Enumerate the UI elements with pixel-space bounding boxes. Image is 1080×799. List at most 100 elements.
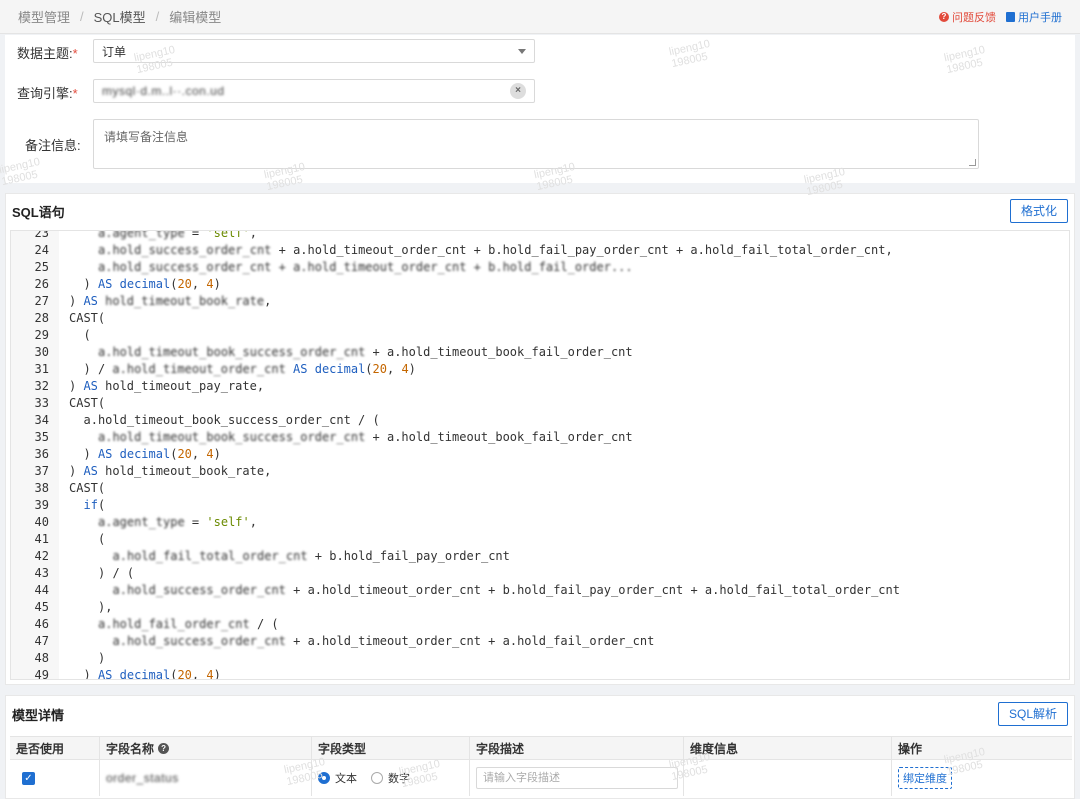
code-token: ( <box>365 362 373 376</box>
line-number: 25 <box>34 260 49 274</box>
sql-editor[interactable]: 23 a.agent_type = 'self', 24 a.hold_success… <box>10 230 1070 680</box>
radio-text-label: 文本 <box>335 773 357 785</box>
code-token: a.hold_success_order_cnt <box>112 583 286 597</box>
code-text: a.hold_timeout_book_success_order_cnt / … <box>84 412 380 429</box>
code-text: CAST( <box>69 480 105 497</box>
line-number: 30 <box>34 345 49 359</box>
code-token: , <box>191 447 207 461</box>
code-token: a.agent_type <box>98 230 185 240</box>
col-header-dimension: 维度信息 <box>684 737 892 759</box>
code-text: ) AS hold_timeout_pay_rate, <box>69 378 264 395</box>
code-line: 26) AS decimal(20, 4) <box>11 276 1069 293</box>
code-token: + a.hold_timeout_book_fail_order_cnt <box>365 345 633 359</box>
code-line: 37) AS hold_timeout_book_rate, <box>11 463 1069 480</box>
col-header-field-type: 字段类型 <box>312 737 470 759</box>
bind-dimension-button[interactable]: 绑定维度 <box>898 767 952 789</box>
code-token: ) / ( <box>98 566 135 580</box>
code-token: a.hold_success_order_cnt + a.hold_timeou… <box>98 260 633 274</box>
action-cell: 绑定维度 <box>892 760 1072 796</box>
engine-select[interactable]: mysql·d.m..l··.con.ud × <box>93 79 535 103</box>
field-name-value: order_status <box>106 771 179 785</box>
help-icon[interactable]: ? <box>158 742 170 754</box>
code-token: + b.hold_fail_pay_order_cnt <box>307 549 510 563</box>
resize-handle-icon[interactable] <box>969 159 976 166</box>
breadcrumb-model-management[interactable]: 模型管理 <box>18 7 70 26</box>
radio-number[interactable] <box>371 772 383 784</box>
chevron-down-icon <box>518 48 526 54</box>
code-token: AS decimal <box>97 447 171 461</box>
code-token: ) <box>98 651 106 665</box>
radio-number-label: 数字 <box>388 773 410 785</box>
code-line: 33 CAST( <box>11 395 1069 412</box>
code-token: AS <box>97 277 113 291</box>
line-number: 29 <box>34 328 49 342</box>
code-token: , <box>249 515 257 529</box>
code-token: hold_timeout_pay_rate, <box>97 379 265 393</box>
code-text: CAST( <box>69 395 105 412</box>
code-text: a.agent_type = 'self', <box>98 514 257 531</box>
feedback-link[interactable]: ? 问题反馈 <box>939 9 996 25</box>
line-number: 34 <box>34 413 49 427</box>
model-detail-panel: 模型详情 SQL解析 是否使用 字段名称? 字段类型 字段描述 维度信息 操作 … <box>5 695 1075 799</box>
code-token: , <box>249 230 257 240</box>
breadcrumb-sql-model[interactable]: SQL模型 <box>94 7 146 26</box>
code-line: 44 a.hold_success_order_cnt + a.hold_time… <box>11 582 1069 599</box>
code-line: 48) <box>11 650 1069 667</box>
code-token: ) <box>83 447 98 461</box>
code-line: 47 a.hold_success_order_cnt + a.hold_time… <box>11 633 1069 650</box>
line-number: 28 <box>34 311 49 325</box>
code-line: 23 a.agent_type = 'self', <box>11 230 1069 242</box>
table-row: ✓ order_status 文本 数字 请输入字段描述 绑定维度 <box>10 760 1072 796</box>
use-checkbox[interactable]: ✓ <box>22 771 35 785</box>
code-token: , <box>191 668 207 680</box>
code-token: a.agent_type <box>98 515 185 529</box>
format-button[interactable]: 格式化 <box>1009 199 1068 223</box>
code-line: 29 ( <box>11 327 1069 344</box>
code-text: ) AS decimal(20, 4) <box>84 276 221 293</box>
code-token: ) <box>408 362 416 376</box>
remark-label: 备注信息: <box>25 138 81 153</box>
line-number: 23 <box>34 230 49 240</box>
code-token: if <box>83 498 98 512</box>
clear-icon[interactable]: × <box>510 83 526 99</box>
field-desc-input[interactable]: 请输入字段描述 <box>476 767 678 789</box>
code-token: = <box>184 230 207 240</box>
book-icon <box>1006 11 1015 22</box>
code-token: ) <box>69 379 84 393</box>
code-text: a.hold_fail_order_cnt / ( <box>98 616 279 633</box>
line-number: 48 <box>34 651 49 665</box>
code-line: 32) AS hold_timeout_pay_rate, <box>11 378 1069 395</box>
code-token: 20 <box>177 668 192 680</box>
code-line: 36) AS decimal(20, 4) <box>11 446 1069 463</box>
remark-textarea[interactable]: 请填写备注信息 <box>93 119 979 169</box>
line-number: 40 <box>34 515 49 529</box>
top-bar: 模型管理 / SQL模型 / 编辑模型 ? 问题反馈 用户手册 <box>0 0 1080 34</box>
radio-text[interactable] <box>318 772 330 784</box>
code-token: = <box>184 515 207 529</box>
line-number: 41 <box>34 532 49 546</box>
code-line: 30 a.hold_timeout_book_success_order_cnt … <box>11 344 1069 361</box>
code-token: a.hold_timeout_order_cnt <box>112 362 286 376</box>
code-token: , <box>264 294 272 308</box>
sql-parse-button[interactable]: SQL解析 <box>997 702 1068 726</box>
code-line: 42 a.hold_fail_total_order_cnt + b.hold_f… <box>11 548 1069 565</box>
code-token: a.hold_fail_order_cnt <box>98 617 250 631</box>
code-token: CAST( <box>69 481 106 495</box>
code-text: ( <box>98 531 105 548</box>
code-line: 49) AS decimal(20, 4) <box>11 667 1069 680</box>
code-token: ( <box>98 532 106 546</box>
sql-panel-header: SQL语句 格式化 <box>6 194 1074 228</box>
code-text: a.hold_success_order_cnt + a.hold_timeou… <box>98 259 633 276</box>
code-token: decimal <box>119 277 171 291</box>
col-header-field-desc: 字段描述 <box>470 737 684 759</box>
line-number: 46 <box>34 617 49 631</box>
topic-select[interactable]: 订单 <box>93 39 535 63</box>
code-token: ) <box>213 668 221 680</box>
sql-panel: SQL语句 格式化 23 a.agent_type = 'self', 24 a.ho… <box>5 193 1075 685</box>
code-text: ), <box>98 599 112 616</box>
code-token: 4 <box>206 668 214 680</box>
line-number: 44 <box>34 583 49 597</box>
manual-link[interactable]: 用户手册 <box>1006 9 1062 25</box>
code-text: a.hold_fail_total_order_cnt + b.hold_fai… <box>113 548 510 565</box>
